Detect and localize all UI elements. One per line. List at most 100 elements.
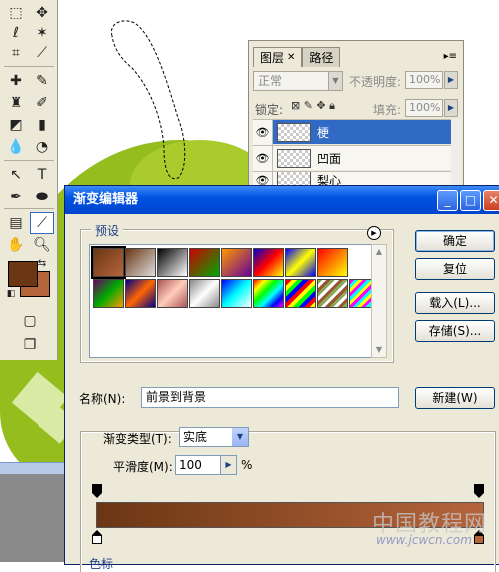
stop-tip	[474, 493, 484, 498]
preset-swatch[interactable]	[93, 279, 124, 308]
presets-menu-icon[interactable]: ▶	[367, 226, 381, 240]
opacity-label: 不透明度:	[349, 75, 402, 89]
tab-layers-label: 图层	[260, 51, 285, 65]
path-select-icon[interactable]: ↖	[4, 164, 28, 186]
history-brush-icon[interactable]: ✐	[30, 92, 54, 114]
pen-tool-icon[interactable]: ✒	[4, 186, 28, 208]
opacity-stop-left[interactable]	[92, 484, 102, 498]
smoothness-unit: %	[241, 458, 253, 472]
tab-layers[interactable]: 图层 ✕	[253, 47, 303, 67]
save-button[interactable]: 存储(S)...	[415, 320, 495, 342]
fill-label: 填充:	[373, 103, 402, 117]
visibility-eye-icon[interactable]: 👁︎	[253, 145, 273, 171]
dialog-title: 渐变编辑器	[73, 192, 139, 207]
presets-label: 预设	[91, 222, 124, 239]
close-icon[interactable]: ✕	[287, 52, 295, 63]
palette-menu-icon[interactable]: ▸≡	[444, 51, 457, 62]
layers-scrollbar[interactable]	[451, 119, 461, 189]
preset-swatch[interactable]	[189, 279, 220, 308]
layer-thumbnail	[277, 122, 311, 142]
eraser-tool-icon[interactable]: ◩	[4, 114, 28, 136]
fill-arrow-icon[interactable]: ▶	[444, 99, 458, 117]
preset-swatch[interactable]	[317, 279, 348, 308]
preset-swatch[interactable]	[253, 248, 284, 277]
presets-scrollbar[interactable]: ▲ ▼	[371, 244, 387, 358]
default-colors-icon[interactable]: ◧	[4, 288, 18, 300]
dodge-tool-icon[interactable]: ◔	[30, 136, 54, 158]
load-button[interactable]: 载入(L)...	[415, 292, 495, 314]
eyedropper-tool-icon[interactable]: ⟋	[30, 212, 54, 234]
preset-swatch[interactable]	[189, 248, 220, 277]
preset-swatch[interactable]	[91, 246, 126, 279]
crop-tool-icon[interactable]: ⌗	[4, 42, 28, 64]
scroll-down-icon[interactable]: ▼	[372, 343, 386, 357]
stem-selection-outline	[111, 20, 186, 180]
chevron-down-icon: ▼	[328, 72, 342, 90]
opacity-field[interactable]: 100%	[405, 71, 443, 89]
zoom-tool-icon[interactable]: 🔍︎	[30, 234, 54, 256]
preset-swatch[interactable]	[157, 279, 188, 308]
blend-mode-select[interactable]: 正常 ▼	[253, 71, 343, 91]
type-tool-icon[interactable]: T	[30, 164, 54, 186]
gradient-type-value: 实底	[183, 430, 208, 444]
notes-tool-icon[interactable]: ▤	[4, 212, 28, 234]
layer-thumbnail	[277, 148, 311, 168]
shape-tool-icon[interactable]: ⬬	[30, 186, 54, 208]
gradient-type-label: 渐变类型(T):	[103, 432, 172, 446]
minimize-icon[interactable]: _	[437, 190, 458, 211]
preset-swatch[interactable]	[253, 279, 284, 308]
toolbox-divider	[4, 66, 54, 67]
fill-field[interactable]: 100%	[405, 99, 443, 117]
magic-wand-icon[interactable]: ✶	[30, 22, 54, 44]
brush-tool-icon[interactable]: ✎	[30, 70, 54, 92]
foreground-color-swatch[interactable]	[8, 261, 38, 287]
screen-mode-icon[interactable]: ❐	[18, 334, 42, 356]
ok-button[interactable]: 确定	[415, 230, 495, 252]
smoothness-field[interactable]: 100 ▶	[175, 455, 237, 475]
slice-tool-icon[interactable]: ⟋	[30, 42, 54, 64]
preset-swatch[interactable]	[221, 279, 252, 308]
preset-swatch-grid	[89, 244, 380, 358]
scroll-up-icon[interactable]: ▲	[372, 245, 386, 259]
chevron-down-icon: ▼	[232, 428, 248, 446]
clone-stamp-icon[interactable]: ♜	[4, 92, 28, 114]
close-icon[interactable]: ✕	[483, 190, 499, 211]
preset-swatch[interactable]	[285, 248, 316, 277]
preset-swatch[interactable]	[317, 248, 348, 277]
layer-row[interactable]: 👁︎ 凹面	[253, 145, 451, 171]
color-stop-left[interactable]	[92, 530, 102, 544]
marquee-tool-icon[interactable]: ⬚	[4, 2, 28, 24]
layers-palette: 图层 ✕ 路径 ▸≡ 正常 ▼ 不透明度: 100% ▶ 锁定: ⊠ ✎ ✥ 🔒…	[248, 40, 464, 190]
quick-mask-icon[interactable]: ▢	[18, 310, 42, 332]
blend-mode-value: 正常	[258, 74, 283, 88]
opacity-arrow-icon[interactable]: ▶	[444, 71, 458, 89]
opacity-stop-marker	[92, 484, 102, 493]
lasso-tool-icon[interactable]: ℓ	[4, 22, 28, 44]
healing-brush-icon[interactable]: ✚	[4, 70, 28, 92]
new-button[interactable]: 新建(W)	[415, 387, 495, 409]
move-tool-icon[interactable]: ✥	[30, 2, 54, 24]
lock-icons[interactable]: ⊠ ✎ ✥ 🔒︎	[291, 99, 335, 113]
dialog-titlebar[interactable]: 渐变编辑器	[65, 186, 499, 214]
reset-button[interactable]: 复位	[415, 258, 495, 280]
preset-swatch[interactable]	[285, 279, 316, 308]
opacity-stop-right[interactable]	[474, 484, 484, 498]
name-field[interactable]: 前景到背景	[141, 387, 399, 408]
preset-swatch[interactable]	[125, 248, 156, 277]
preset-swatch[interactable]	[221, 248, 252, 277]
preset-swatch[interactable]	[125, 279, 156, 308]
smoothness-value: 100	[179, 458, 202, 472]
gradient-type-select[interactable]: 实底 ▼	[179, 427, 249, 447]
lock-label: 锁定:	[255, 103, 284, 117]
hand-tool-icon[interactable]: ✋	[4, 234, 28, 256]
preset-swatch[interactable]	[157, 248, 188, 277]
layers-tabs: 图层 ✕ 路径	[253, 47, 341, 67]
gradient-tool-icon[interactable]: ▮	[30, 114, 54, 136]
tab-paths[interactable]: 路径	[302, 47, 341, 67]
layer-row[interactable]: 👁︎ 梗	[253, 119, 451, 145]
maximize-icon[interactable]: □	[460, 190, 481, 211]
scrollbar-strip	[0, 462, 70, 474]
slider-arrow-icon[interactable]: ▶	[220, 456, 236, 474]
visibility-eye-icon[interactable]: 👁︎	[253, 119, 273, 145]
blur-tool-icon[interactable]: 💧	[4, 136, 28, 158]
